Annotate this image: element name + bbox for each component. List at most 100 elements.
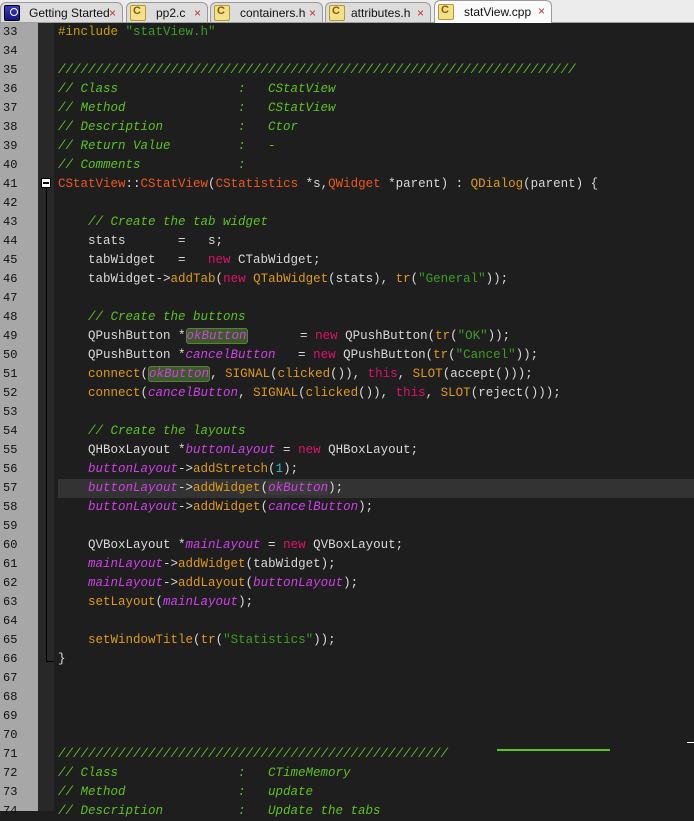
class-name: CStatistics — [215, 177, 299, 191]
line-number: 44 — [3, 234, 18, 248]
code-text: (accept())); — [442, 367, 533, 381]
code-line[interactable]: 45 tabWidget = new CTabWidget; — [0, 251, 694, 270]
function-name: setWindowTitle — [88, 633, 194, 647]
fold-collapse-icon[interactable] — [41, 178, 51, 188]
c-file-icon — [130, 4, 146, 21]
code-line[interactable]: 69 — [0, 707, 694, 726]
code-line[interactable]: 67 — [0, 669, 694, 688]
code-line[interactable]: 46 tabWidget->addTab(new QTabWidget(stat… — [0, 270, 694, 289]
code-line[interactable]: 72 // Class : CTimeMemory — [0, 764, 694, 783]
line-code: // Class : CTimeMemory — [58, 764, 351, 783]
code-text: QHBoxLayout * — [58, 443, 186, 457]
variable: mainLayout — [88, 576, 164, 590]
line-code: // Create the buttons — [58, 308, 246, 327]
tab-pp2-c[interactable]: pp2.c × — [126, 2, 208, 22]
code-line[interactable]: 35 //////////////////////////////////////… — [0, 61, 694, 80]
code-line[interactable]: 64 — [0, 612, 694, 631]
code-text: ( — [298, 386, 306, 400]
code-text: *parent) : — [380, 177, 471, 191]
code-line[interactable]: 62 mainLayout->addLayout(buttonLayout); — [0, 574, 694, 593]
code-text: stats = s; — [58, 234, 224, 248]
code-line[interactable]: 39 // Return Value : - — [0, 137, 694, 156]
code-text: tabWidget-> — [58, 272, 171, 286]
line-number: 72 — [3, 766, 18, 780]
variable: mainLayout — [88, 557, 164, 571]
class-name: CStatView — [140, 177, 209, 191]
line-code: // Comments : — [58, 156, 246, 175]
code-line[interactable]: 42 — [0, 194, 694, 213]
line-code: // Method : update — [58, 783, 313, 802]
code-line[interactable]: 47 — [0, 289, 694, 308]
editor-tab-bar: Getting Started × pp2.c × containers.h ×… — [0, 0, 694, 23]
close-icon[interactable]: × — [194, 6, 201, 20]
code-text: QPushButton( — [337, 329, 436, 343]
tab-attributes-h[interactable]: attributes.h × — [325, 2, 431, 22]
code-line[interactable]: 54 // Create the layouts — [0, 422, 694, 441]
line-number: 37 — [3, 101, 18, 115]
code-line[interactable]: 63 setLayout(mainLayout); — [0, 593, 694, 612]
code-line[interactable]: 49 QPushButton *okButton = new QPushButt… — [0, 327, 694, 346]
line-code: QVBoxLayout *mainLayout = new QVBoxLayou… — [58, 536, 403, 555]
line-code: QPushButton *cancelButton = new QPushBut… — [58, 346, 538, 365]
code-text: = — [260, 538, 284, 552]
code-line[interactable]: 40 // Comments : — [0, 156, 694, 175]
close-icon[interactable]: × — [538, 4, 545, 18]
code-line[interactable]: 61 mainLayout->addWidget(tabWidget); — [0, 555, 694, 574]
code-line[interactable]: 73 // Method : update — [0, 783, 694, 802]
code-line[interactable]: 34 — [0, 42, 694, 61]
close-icon[interactable]: × — [109, 6, 116, 20]
code-line[interactable]: 65 setWindowTitle(tr("Statistics")); — [0, 631, 694, 650]
code-line[interactable]: 38 // Description : Ctor — [0, 118, 694, 137]
tab-getting-started[interactable]: Getting Started × — [0, 2, 123, 22]
code-line[interactable]: 50 QPushButton *cancelButton = new QPush… — [0, 346, 694, 365]
code-text: ( — [260, 500, 269, 514]
code-text: , — [425, 386, 441, 400]
code-line[interactable]: 37 // Method : CStatView — [0, 99, 694, 118]
close-icon[interactable]: × — [417, 6, 424, 20]
selected-variable: okButton — [268, 481, 329, 495]
line-number: 53 — [3, 405, 18, 419]
code-line[interactable]: 53 — [0, 403, 694, 422]
line-number: 65 — [3, 633, 18, 647]
code-text: , — [397, 367, 413, 381]
code-line[interactable]: 44 stats = s; — [0, 232, 694, 251]
function-name: tr — [435, 329, 451, 343]
close-icon[interactable]: × — [309, 6, 316, 20]
code-line[interactable]: 71 //////////////////////////////////////… — [0, 745, 694, 764]
code-line[interactable]: 36 // Class : CStatView — [0, 80, 694, 99]
code-line[interactable]: 59 — [0, 517, 694, 536]
code-line[interactable]: 52 connect(cancelButton, SIGNAL(clicked(… — [0, 384, 694, 403]
code-text: ( — [193, 633, 201, 647]
code-text: = — [275, 443, 299, 457]
code-text: (stats), — [328, 272, 396, 286]
line-number: 33 — [3, 25, 18, 39]
code-line[interactable]: 58 buttonLayout->addWidget(cancelButton)… — [0, 498, 694, 517]
line-code: // Create the tab widget — [58, 213, 268, 232]
code-line[interactable]: 56 buttonLayout->addStretch(1); — [0, 460, 694, 479]
code-text: )); — [313, 633, 336, 647]
code-line[interactable]: 55 QHBoxLayout *buttonLayout = new QHBox… — [0, 441, 694, 460]
highlighted-variable: okButton — [148, 366, 211, 382]
code-line[interactable]: 66} — [0, 650, 694, 669]
function-name: clicked — [277, 367, 331, 381]
line-number: 36 — [3, 82, 18, 96]
line-code: // Create the layouts — [58, 422, 246, 441]
tab-statview-cpp[interactable]: statView.cpp × — [434, 0, 552, 23]
comment: // Class : CTimeMemory — [58, 766, 351, 780]
code-line[interactable]: 33 #include "statView.h" — [0, 23, 694, 42]
code-line[interactable]: 68 — [0, 688, 694, 707]
code-line[interactable]: 74 // Description : Update the tabs — [0, 802, 694, 821]
code-line[interactable]: 51 connect(okButton, SIGNAL(clicked()), … — [0, 365, 694, 384]
code-line[interactable]: 48 // Create the buttons — [0, 308, 694, 327]
code-line[interactable]: 57 buttonLayout->addWidget(okButton); — [0, 479, 694, 498]
code-line[interactable]: 43 // Create the tab widget — [0, 213, 694, 232]
code-line[interactable]: 70 — [0, 726, 694, 745]
code-text: )); — [485, 272, 509, 286]
code-line[interactable]: 60 QVBoxLayout *mainLayout = new QVBoxLa… — [0, 536, 694, 555]
line-number: 39 — [3, 139, 18, 153]
line-number: 71 — [3, 747, 18, 761]
tab-containers-h[interactable]: containers.h × — [210, 2, 323, 22]
code-line[interactable]: 41 CStatView::CStatView(CStatistics *s,QW… — [0, 175, 694, 194]
